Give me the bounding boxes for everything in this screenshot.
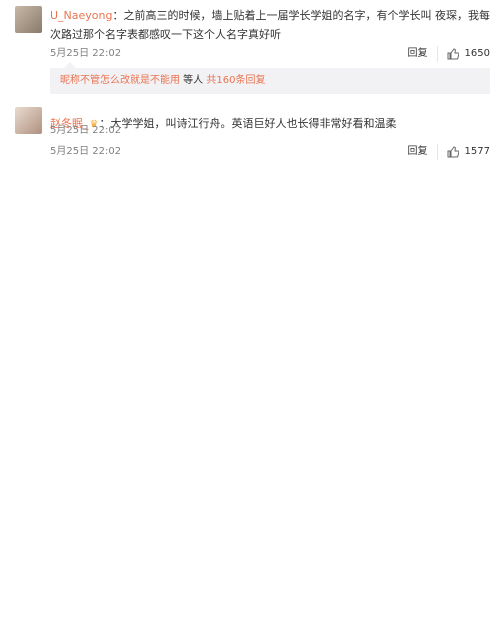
timestamp: 5月25日 22:02 bbox=[50, 48, 122, 59]
username[interactable]: U_Naeyong bbox=[50, 9, 112, 22]
comment-text: U_Naeyong：之前高三的时候，墙上贴着上一届学长学姐的名字，有个学长叫 夜… bbox=[50, 9, 490, 41]
like-count: 1577 bbox=[464, 146, 490, 157]
comment-meta: 5月25日 22:02 回复 1577 bbox=[50, 144, 490, 160]
comment-meta: 5月25日 22:02 bbox=[50, 123, 490, 139]
like-count: 1650 bbox=[464, 48, 490, 59]
avatar[interactable] bbox=[15, 107, 42, 134]
thumbs-up-icon bbox=[447, 146, 459, 158]
like-button[interactable]: 1650 bbox=[436, 46, 490, 62]
reply-summary[interactable]: 昵称不管怎么改就是不能用 等人 共160条回复 bbox=[50, 62, 490, 94]
more-replies-link[interactable]: 共160条回复 bbox=[206, 75, 265, 86]
comment-meta: 5月25日 22:02 回复 1650 bbox=[50, 46, 490, 62]
like-button[interactable]: 1577 bbox=[436, 144, 490, 160]
reply-button[interactable]: 回复 bbox=[399, 46, 437, 62]
timestamp: 5月25日 22:02 bbox=[50, 125, 122, 136]
reply-user[interactable]: 昵称不管怎么改就是不能用 bbox=[60, 75, 180, 86]
avatar[interactable] bbox=[15, 6, 42, 33]
timestamp: 5月25日 22:02 bbox=[50, 146, 122, 157]
thumbs-up-icon bbox=[447, 48, 459, 60]
reply-button[interactable]: 回复 bbox=[399, 144, 437, 160]
